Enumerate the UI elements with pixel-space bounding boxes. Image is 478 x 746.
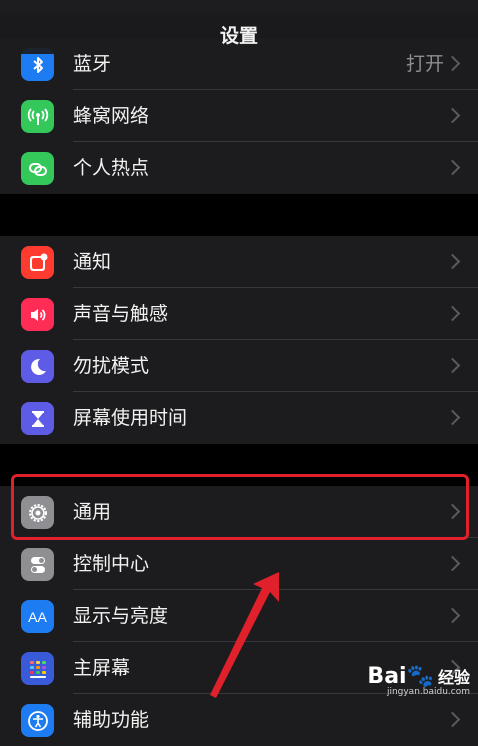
pointer-arrow [210, 572, 279, 698]
paw-icon: 🐾 [406, 664, 434, 689]
watermark: Bai🐾 经验 jingyan.baidu.com [367, 664, 470, 697]
watermark-brand: Bai🐾 经验 [367, 664, 470, 689]
